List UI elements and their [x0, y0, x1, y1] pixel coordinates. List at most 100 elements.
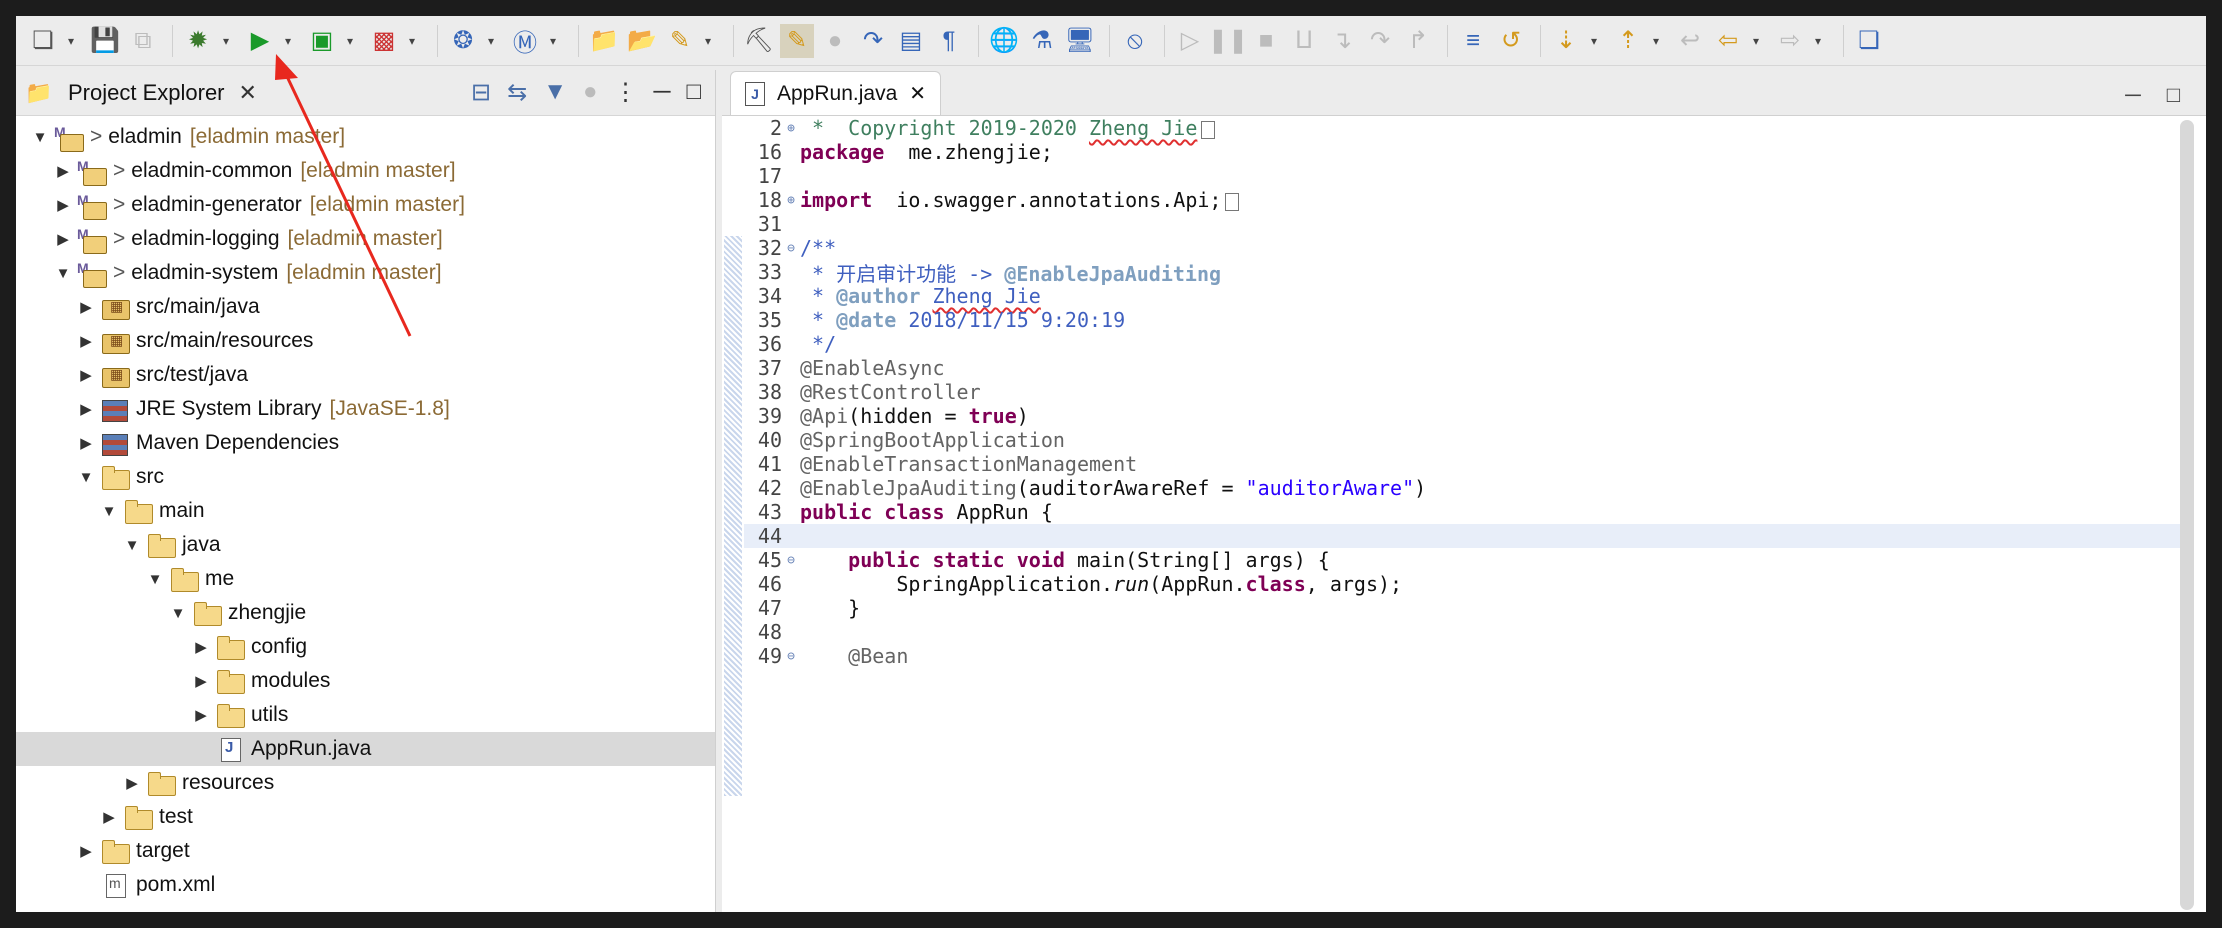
run-icon[interactable]: ▶ — [243, 24, 277, 58]
collapsed-arrow-icon[interactable]: ▶ — [53, 162, 73, 180]
globe-icon[interactable]: 🌐 — [987, 24, 1021, 58]
tree-item[interactable]: AppRun.java — [16, 732, 715, 766]
maximize-icon[interactable]: □ — [2167, 82, 2180, 108]
tree-item[interactable]: ▶ modules — [16, 664, 715, 698]
fold-expand-icon[interactable]: ⊕ — [782, 121, 800, 136]
tree-item[interactable]: ▶ target — [16, 834, 715, 868]
expanded-arrow-icon[interactable]: ▼ — [168, 605, 188, 622]
tree-item[interactable]: ▼ zhengjie — [16, 596, 715, 630]
collapsed-arrow-icon[interactable]: ▶ — [76, 366, 96, 384]
vertical-scrollbar[interactable] — [2180, 120, 2194, 910]
step-into-icon[interactable]: ↴ — [1325, 24, 1359, 58]
filter-icon[interactable]: ▼ — [543, 78, 567, 107]
show-whitespace-icon[interactable]: ¶ — [932, 24, 966, 58]
resume-icon[interactable]: ▷ — [1173, 24, 1207, 58]
save-all-icon[interactable]: ⧉ — [126, 24, 160, 58]
close-icon[interactable]: ✕ — [909, 81, 926, 106]
toggle-block-icon[interactable]: ✎ — [780, 23, 814, 58]
fold-collapse-icon[interactable]: ⊖ — [782, 553, 800, 568]
search-icon[interactable]: ✎ — [663, 24, 697, 58]
folded-region-icon[interactable] — [1201, 120, 1216, 139]
open-resource-icon[interactable]: 📂 — [625, 24, 659, 58]
tree-item[interactable]: ▶ >eladmin-logging [eladmin master] — [16, 222, 715, 256]
fold-collapse-icon[interactable]: ⊖ — [782, 649, 800, 664]
view-menu-icon[interactable]: ⋮ — [613, 78, 637, 107]
chevron-down-icon[interactable]: ▾ — [64, 24, 78, 58]
terminate-icon[interactable]: ■ — [1249, 24, 1283, 58]
tree-item[interactable]: ▶ >eladmin-generator [eladmin master] — [16, 188, 715, 222]
external-tools-icon[interactable]: ❂ — [446, 24, 480, 58]
coverage-icon[interactable]: ▣ — [305, 24, 339, 58]
tree-item[interactable]: ▼ java — [16, 528, 715, 562]
step-over-icon[interactable]: ↷ — [1363, 24, 1397, 58]
collapsed-arrow-icon[interactable]: ▶ — [53, 196, 73, 214]
fold-collapse-icon[interactable]: ⊖ — [782, 241, 800, 256]
last-edit-icon[interactable]: ↩ — [1673, 24, 1707, 58]
tree-item[interactable]: ▶ >eladmin-common [eladmin master] — [16, 154, 715, 188]
collapsed-arrow-icon[interactable]: ▶ — [99, 808, 119, 826]
tree-item[interactable]: ▶ Maven Dependencies — [16, 426, 715, 460]
minimize-icon[interactable]: ─ — [2125, 82, 2141, 108]
forward-icon[interactable]: ⇨ — [1773, 24, 1807, 58]
working-set-icon[interactable]: ● — [583, 78, 598, 107]
close-icon[interactable]: ✕ — [239, 80, 257, 106]
collapsed-arrow-icon[interactable]: ▶ — [76, 842, 96, 860]
chevron-down-icon[interactable]: ▾ — [1649, 24, 1663, 58]
run-last-icon[interactable]: ▩ — [367, 24, 401, 58]
chevron-down-icon[interactable]: ▾ — [546, 24, 560, 58]
fold-expand-icon[interactable]: ⊕ — [782, 193, 800, 208]
toggle-breadcrumb-icon[interactable]: ● — [818, 24, 852, 58]
tree-item[interactable]: ▶ src/main/resources — [16, 324, 715, 358]
chevron-down-icon[interactable]: ▾ — [219, 24, 233, 58]
tree-item[interactable]: ▶ JRE System Library [JavaSE-1.8] — [16, 392, 715, 426]
tree-item[interactable]: pom.xml — [16, 868, 715, 902]
open-perspective-icon[interactable]: ❏ — [1852, 24, 1886, 58]
chevron-down-icon[interactable]: ▾ — [1587, 24, 1601, 58]
chevron-down-icon[interactable]: ▾ — [701, 24, 715, 58]
expanded-arrow-icon[interactable]: ▼ — [30, 129, 50, 146]
tree-item[interactable]: ▶ utils — [16, 698, 715, 732]
save-icon[interactable]: 💾 — [88, 24, 122, 58]
toggle-mark-icon[interactable]: ⛏ — [742, 24, 776, 58]
refactor-icon[interactable]: ↺ — [1494, 24, 1528, 58]
server-icon[interactable]: ⚗ — [1025, 24, 1059, 58]
block-selection-icon[interactable]: ▤ — [894, 24, 928, 58]
collapsed-arrow-icon[interactable]: ▶ — [191, 638, 211, 656]
expanded-arrow-icon[interactable]: ▼ — [122, 537, 142, 554]
step-return-icon[interactable]: ↱ — [1401, 24, 1435, 58]
expanded-arrow-icon[interactable]: ▼ — [76, 469, 96, 486]
chevron-down-icon[interactable]: ▾ — [1811, 24, 1825, 58]
collapsed-arrow-icon[interactable]: ▶ — [191, 672, 211, 690]
next-annotation-icon[interactable]: ⇣ — [1549, 24, 1583, 58]
new-icon[interactable]: ❏ — [26, 24, 60, 58]
collapsed-arrow-icon[interactable]: ▶ — [191, 706, 211, 724]
monitor-icon[interactable]: 🖥 — [1063, 24, 1097, 58]
tree-item[interactable]: ▶ test — [16, 800, 715, 834]
tree-item[interactable]: ▼ >eladmin [eladmin master] — [16, 120, 715, 154]
tree-item[interactable]: ▼ src — [16, 460, 715, 494]
disconnect-icon[interactable]: ⨿ — [1287, 24, 1321, 58]
tab-apprun-java[interactable]: J AppRun.java ✕ — [730, 71, 942, 115]
collapsed-arrow-icon[interactable]: ▶ — [76, 332, 96, 350]
chevron-down-icon[interactable]: ▾ — [484, 24, 498, 58]
tree-item[interactable]: ▶ src/test/java — [16, 358, 715, 392]
skip-breakpoints-icon[interactable]: ⦸ — [1118, 24, 1152, 58]
tree-item[interactable]: ▶ resources — [16, 766, 715, 800]
collapsed-arrow-icon[interactable]: ▶ — [122, 774, 142, 792]
collapse-all-icon[interactable]: ⊟ — [471, 78, 491, 107]
tree-item[interactable]: ▼ me — [16, 562, 715, 596]
expanded-arrow-icon[interactable]: ▼ — [145, 571, 165, 588]
link-with-editor-icon[interactable]: ⇆ — [507, 78, 527, 107]
back-icon[interactable]: ⇦ — [1711, 24, 1745, 58]
tree-item[interactable]: ▼ >eladmin-system [eladmin master] — [16, 256, 715, 290]
chevron-down-icon[interactable]: ▾ — [281, 24, 295, 58]
prev-annotation-icon[interactable]: ⇡ — [1611, 24, 1645, 58]
maximize-icon[interactable]: □ — [687, 78, 702, 107]
suspend-icon[interactable]: ❚❚ — [1208, 24, 1248, 58]
collapsed-arrow-icon[interactable]: ▶ — [76, 400, 96, 418]
view-title[interactable]: Project Explorer — [68, 80, 225, 106]
format-icon[interactable]: ≡ — [1456, 24, 1490, 58]
debug-icon[interactable]: ✹ — [181, 24, 215, 58]
collapsed-arrow-icon[interactable]: ▶ — [76, 434, 96, 452]
folded-region-icon[interactable] — [1225, 192, 1240, 211]
